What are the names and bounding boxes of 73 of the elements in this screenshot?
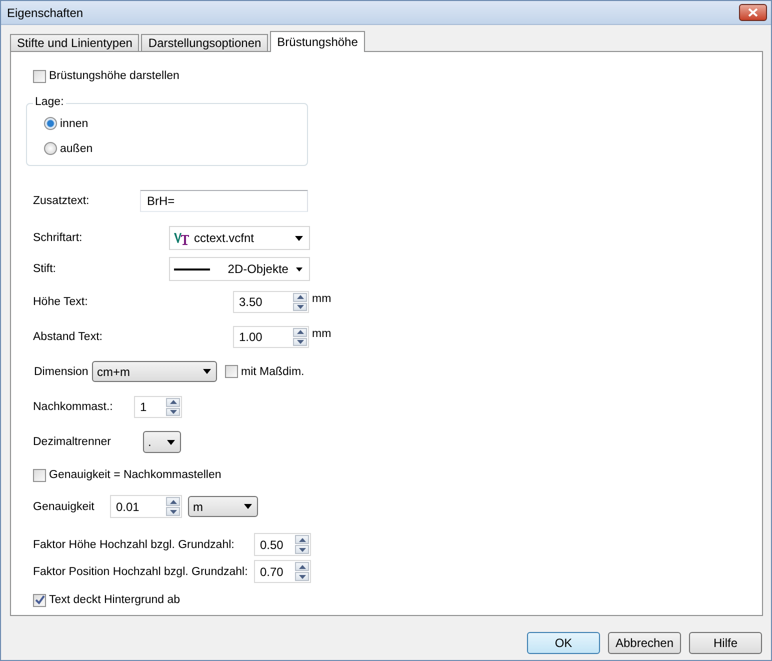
checkbox[interactable]: Brüstungshöhe darstellen (33, 70, 180, 82)
checkbox[interactable]: mit Maßdim. (225, 365, 304, 378)
dropdown[interactable]: m (188, 496, 258, 517)
caret-icon (296, 266, 303, 272)
caret-icon (295, 236, 303, 240)
field-label: Zusatztext: (33, 195, 90, 207)
dropdown[interactable]: cctext.vcfnt (169, 226, 310, 250)
dropdown[interactable]: cm+m (92, 361, 217, 382)
down-arrow-icon (296, 340, 304, 344)
spin-field[interactable]: 3.50 (233, 291, 309, 313)
check-icon (34, 595, 44, 605)
field-label: Stift: (33, 263, 58, 275)
up-arrow-button[interactable] (295, 535, 309, 544)
field-label: Faktor Position Hochzahl bzgl. Grundzahl: (33, 566, 249, 578)
spin-field[interactable]: 1.00 (233, 326, 309, 348)
dropdown[interactable]: 2D-Objekte (169, 257, 310, 281)
dialog-button[interactable]: Abbrechen (608, 632, 681, 654)
close-button[interactable] (739, 4, 767, 21)
text-field[interactable]: BrH= (140, 190, 308, 212)
up-arrow-icon (296, 295, 304, 300)
radio-button[interactable]: innen (44, 117, 307, 130)
down-arrow-icon (298, 574, 306, 578)
field-label: Nachkommast.: (33, 401, 114, 413)
spin-field[interactable]: 0.01 (110, 495, 182, 518)
unit-label: mm (312, 293, 332, 305)
close-icon (748, 8, 758, 17)
down-arrow-icon (298, 548, 306, 552)
tab[interactable]: Darstellungsoptionen (141, 34, 268, 52)
up-arrow-button[interactable] (293, 293, 307, 302)
font-icon (174, 232, 190, 244)
field-label: Dezimaltrenner (33, 436, 112, 448)
up-arrow-button[interactable] (166, 497, 180, 506)
field-label: Schriftart: (33, 232, 84, 244)
dropdown[interactable]: . (143, 431, 181, 453)
up-arrow-icon (298, 564, 306, 568)
up-arrow-button[interactable] (293, 328, 307, 336)
down-arrow-button[interactable] (166, 408, 180, 416)
up-arrow-icon (298, 538, 306, 542)
tab[interactable]: Stifte und Linientypen (10, 34, 140, 52)
checkbox[interactable]: Genauigkeit = Nachkommastellen (33, 468, 222, 482)
spin-field[interactable]: 0.50 (254, 533, 311, 556)
field-label: Dimension (34, 366, 90, 378)
field-label: Genauigkeit (33, 500, 96, 512)
down-arrow-button[interactable] (295, 572, 309, 581)
tab[interactable]: Brüstungshöhe (270, 31, 365, 52)
caret-icon (203, 369, 211, 374)
caret-icon (244, 504, 252, 509)
caret-icon (167, 440, 175, 444)
up-arrow-icon (170, 400, 176, 404)
down-arrow-button[interactable] (295, 545, 309, 554)
down-arrow-button[interactable] (166, 507, 180, 516)
down-arrow-icon (170, 510, 176, 514)
field-label: Höhe Text: (33, 296, 89, 308)
up-arrow-button[interactable] (295, 562, 309, 571)
spin-field[interactable]: 1 (134, 396, 182, 418)
unit-label: mm (312, 328, 332, 340)
window-title: Eigenschaften (7, 6, 84, 20)
down-arrow-icon (170, 410, 176, 414)
dialog-button[interactable]: OK (527, 632, 600, 654)
down-arrow-icon (296, 304, 304, 309)
up-arrow-icon (296, 330, 304, 334)
checkbox[interactable]: Text deckt Hintergrund ab (33, 594, 180, 606)
dialog-button[interactable]: Hilfe (689, 632, 762, 654)
group-title: Lage: (33, 96, 66, 108)
up-arrow-icon (170, 500, 176, 504)
field-label: Abstand Text: (33, 331, 104, 343)
spin-field[interactable]: 0.70 (254, 560, 311, 583)
field-label: Faktor Höhe Hochzahl bzgl. Grundzahl: (33, 538, 236, 550)
line-icon (174, 268, 210, 270)
radio-button[interactable]: außen (44, 142, 307, 155)
down-arrow-button[interactable] (293, 338, 307, 346)
down-arrow-button[interactable] (293, 302, 307, 311)
up-arrow-button[interactable] (166, 398, 180, 406)
